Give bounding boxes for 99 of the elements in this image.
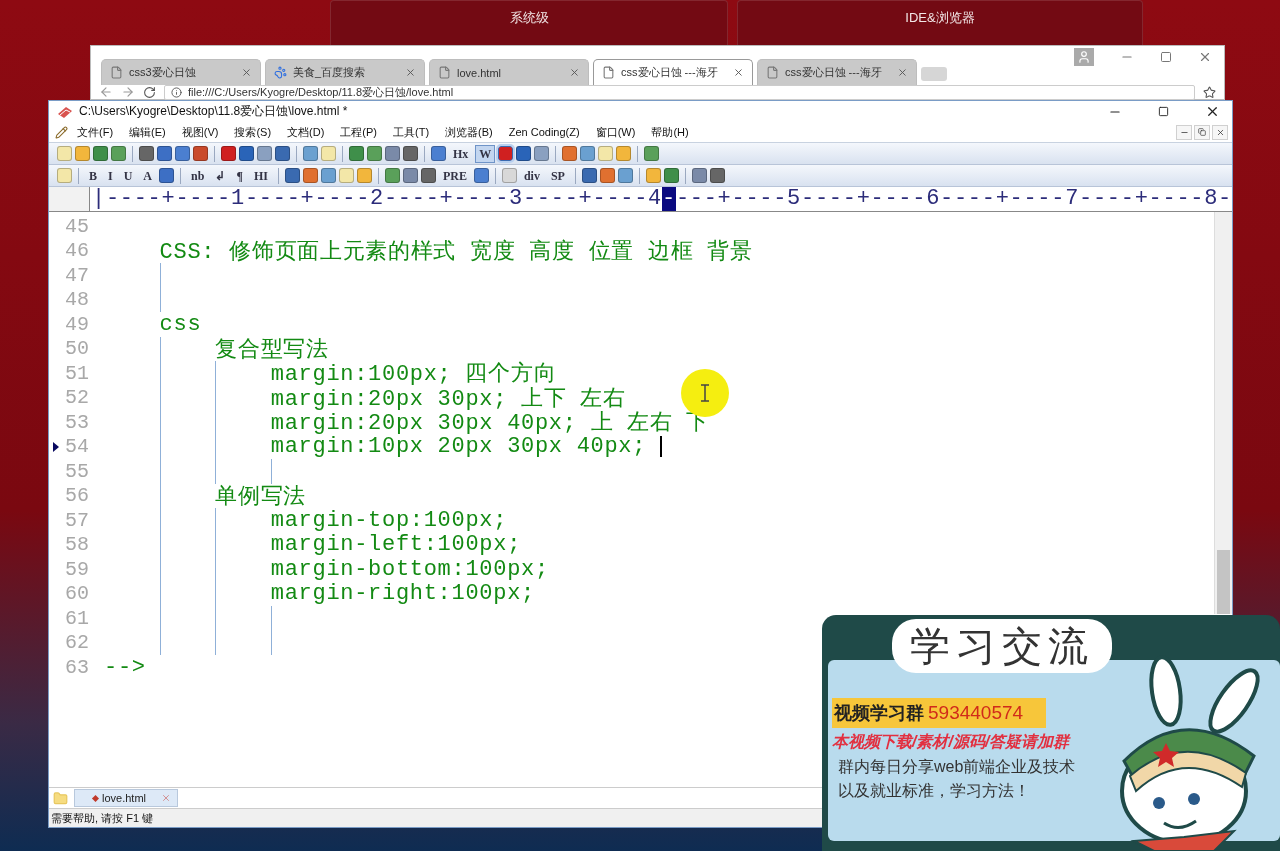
file-tab[interactable]: love.html [74,789,178,807]
forward-icon[interactable] [121,85,135,99]
line-number: 48 [65,288,89,312]
line-number: 51 [65,361,89,385]
line-number: 54 [65,435,89,459]
browser-tab[interactable]: 美食_百度搜索 [265,59,425,85]
browser-tab[interactable]: css爱心日蚀 ---海牙 [593,59,753,85]
reload-icon[interactable] [143,85,156,99]
menu-item[interactable]: 编辑(E) [122,123,173,141]
line-number: 56 [65,484,89,508]
code-text: css [159,311,202,337]
line-number: 63 [65,655,89,679]
toolbar-button[interactable]: B [85,166,101,185]
pencil-icon [55,125,68,139]
line-number: 60 [65,582,89,606]
ruler-cursor: - [662,187,676,211]
promo-notice: 本视频下载/素材/源码/答疑请加群 [832,732,1072,752]
code-text: margin-bottom:100px; [270,556,549,582]
line-number: 61 [65,606,89,630]
menu-item[interactable]: 工具(T) [386,123,437,141]
line-number: 49 [65,312,89,336]
toolbar-button[interactable]: nb [187,166,209,185]
code-text: margin:20px 30px; 上下 左右 [270,385,626,412]
browser-tab[interactable]: css爱心日蚀 ---海牙 [757,59,917,85]
toolbar-button[interactable]: ¶ [232,166,247,185]
line-number: 47 [65,263,89,287]
line-number: 62 [65,631,89,655]
menu-item[interactable]: 浏览器(B) [438,123,500,141]
text-caret [660,436,663,458]
profile-icon[interactable] [1074,48,1094,66]
current-line-marker [53,442,59,453]
promo-description: 以及就业标准，学习方法！ [837,781,1031,801]
scrollbar-thumb[interactable] [1217,550,1230,614]
menu-item[interactable]: 窗口(W) [588,123,643,141]
toolbar-button[interactable]: ↲ [211,166,230,185]
line-number: 59 [65,557,89,581]
toolbar-button[interactable]: Hx [449,144,473,163]
page-icon [602,66,615,79]
ruler: |----+----1----+----2----+----3----+----4----+----5----+----6----+----7----+----8- [91,187,1232,211]
maximize-icon[interactable] [1158,106,1169,117]
code-text: margin-top:100px; [270,507,508,533]
status-text: 需要帮助, 请按 F1 键 [51,810,154,826]
info-icon [171,86,182,98]
back-icon[interactable] [99,85,113,99]
file-icon [91,794,100,802]
line-number: 50 [65,337,89,361]
scrollbar[interactable] [1214,212,1232,614]
code-text: margin:10px 20px 30px 40px; [270,434,647,460]
star-icon[interactable] [1203,85,1216,99]
close-icon [1215,127,1225,137]
menu-item[interactable]: 帮助(H) [644,123,696,141]
code-text: CSS: 修饰页面上元素的样式 宽度 高度 位置 边框 背景 [159,238,753,266]
line-number: 45 [65,214,89,238]
folder-icon[interactable] [53,790,68,806]
toolbar-button[interactable]: HI [249,166,272,185]
minimize-button[interactable] [1176,124,1192,140]
toolbar-button[interactable]: A [139,166,157,185]
window-title: C:\Users\Kyogre\Desktop\11.8爱心日蚀\love.html * [79,103,348,120]
menu-item[interactable]: 工程(P) [333,123,384,141]
promo-description: 群内每日分享web前端企业及技术 [837,757,1077,777]
line-number: 53 [65,410,89,434]
menu-item[interactable]: 文件(F) [70,123,121,141]
menu-item[interactable]: 文档(D) [280,123,332,141]
toolbar-button[interactable]: PRE [438,166,471,185]
code-text: margin-right:100px; [270,581,535,607]
close-button[interactable] [1212,124,1228,140]
page-icon [110,66,123,79]
toolbar-button[interactable]: div [519,166,544,185]
promo-title: 学习交流 [892,619,1112,673]
toolbar-button[interactable]: SP [546,166,569,185]
code-text: --> [104,654,146,680]
page-icon [438,66,451,79]
line-number: 58 [65,533,89,557]
restore-button[interactable] [1194,124,1210,140]
toolbar-icon[interactable] [498,146,514,161]
code-text: 单例写法 [215,483,306,510]
paw-icon [274,66,287,79]
close-icon[interactable] [1205,104,1220,119]
page-icon [766,66,779,79]
browser-tab[interactable]: love.html [429,59,589,85]
line-number: 55 [65,459,89,483]
maximize-icon[interactable] [1160,51,1172,63]
toolbar-button[interactable]: W [475,144,496,163]
line-number: 57 [65,508,89,532]
app-logo-icon [57,104,73,119]
restore-icon [1198,128,1206,136]
toolbar-button[interactable]: U [119,166,137,185]
code-text: margin-left:100px; [270,532,522,558]
line-number: 46 [65,239,89,263]
menu-item[interactable]: 搜索(S) [227,123,279,141]
toolbar-button[interactable]: I [104,166,117,185]
group-number: 593440574 [928,702,1024,724]
line-number: 52 [65,386,89,410]
group-label: 视频学习群 [834,702,924,725]
browser-tab[interactable]: css3爱心日蚀 [101,59,261,85]
panel-title: 系统级 [509,9,549,25]
menu-item[interactable]: 视图(V) [174,123,226,141]
menu-item[interactable]: Zen Coding(Z) [501,125,587,139]
panel-title: IDE&浏览器 [905,9,975,25]
